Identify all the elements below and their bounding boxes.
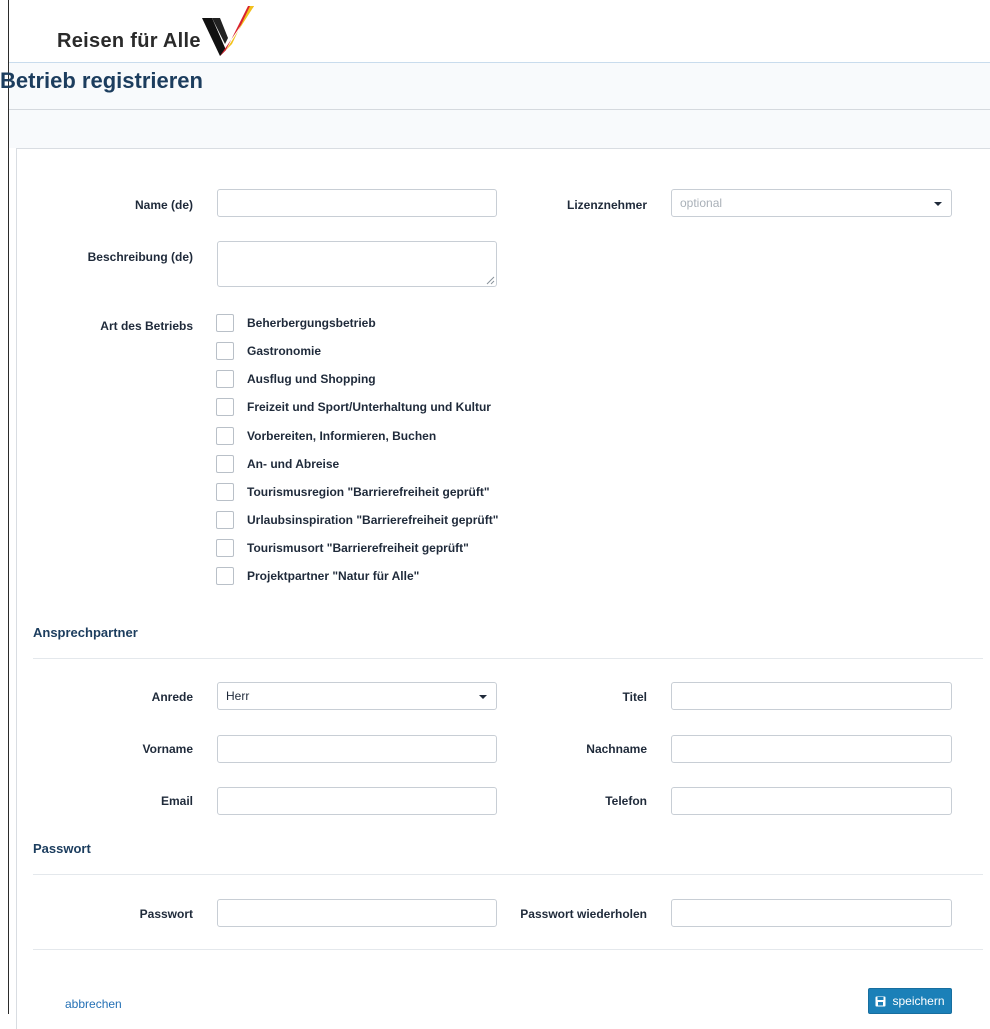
window-edge	[8, 0, 9, 1014]
checkbox-label: An- und Abreise	[247, 457, 340, 471]
contact-section-title: Ansprechpartner	[33, 625, 138, 640]
chevron-down-icon	[479, 695, 487, 699]
licensee-select[interactable]: optional	[671, 189, 952, 217]
checkbox-label: Tourismusregion "Barrierefreiheit geprüf…	[247, 485, 490, 499]
description-label: Beschreibung (de)	[87, 250, 193, 264]
salutation-select[interactable]: Herr	[217, 682, 497, 710]
resize-grip-icon[interactable]	[485, 275, 495, 285]
password-input[interactable]	[217, 899, 497, 927]
checkbox[interactable]	[216, 455, 234, 473]
checkbox-label: Gastronomie	[247, 344, 322, 358]
checkbox[interactable]	[216, 342, 234, 360]
cancel-link[interactable]: abbrechen	[65, 997, 122, 1011]
title-field-label: Titel	[622, 690, 647, 704]
chevron-down-icon	[934, 202, 942, 206]
title-input[interactable]	[671, 682, 952, 710]
business-type-label: Art des Betriebs	[100, 319, 193, 333]
firstname-label: Vorname	[142, 742, 193, 756]
password-divider	[33, 874, 983, 875]
salutation-value: Herr	[226, 689, 250, 703]
password-label: Passwort	[139, 907, 193, 921]
lastname-input[interactable]	[671, 735, 952, 763]
form-card	[16, 148, 990, 1029]
actions-divider	[33, 949, 983, 950]
phone-label: Telefon	[605, 794, 647, 808]
salutation-label: Anrede	[151, 690, 193, 704]
password-section-title: Passwort	[33, 841, 91, 856]
checkbox[interactable]	[216, 483, 234, 501]
brand-name: Reisen für Alle	[57, 30, 201, 52]
email-input[interactable]	[217, 787, 497, 815]
checkbox-label: Beherbergungsbetrieb	[247, 316, 376, 330]
email-label: Email	[160, 794, 193, 808]
licensee-label: Lizenznehmer	[566, 198, 647, 212]
checkbox[interactable]	[216, 370, 234, 388]
checkbox[interactable]	[216, 567, 234, 585]
password-repeat-input[interactable]	[671, 899, 952, 927]
page-title: Betrieb registrieren	[0, 68, 203, 93]
save-button-label: speichern	[892, 994, 945, 1008]
checkbox[interactable]	[216, 511, 234, 529]
save-button[interactable]: speichern	[868, 988, 952, 1014]
phone-input[interactable]	[671, 787, 952, 815]
checkbox[interactable]	[216, 427, 234, 445]
brand-logo-icon	[202, 6, 254, 56]
checkbox-label: Vorbereiten, Informieren, Buchen	[247, 429, 437, 443]
checkbox-label: Projektpartner "Natur für Alle"	[247, 569, 420, 583]
name-input[interactable]	[217, 189, 497, 217]
name-label: Name (de)	[134, 198, 193, 212]
licensee-placeholder: optional	[680, 196, 723, 210]
checkbox-label: Ausflug und Shopping	[247, 372, 376, 386]
checkbox-label: Urlaubsinspiration "Barrierefreiheit gep…	[247, 513, 499, 527]
lastname-label: Nachname	[586, 742, 647, 756]
checkbox[interactable]	[216, 539, 234, 557]
description-textarea[interactable]	[217, 241, 497, 287]
contact-divider	[33, 658, 983, 659]
checkbox-label: Freizeit und Sport/Unterhaltung und Kult…	[247, 400, 491, 414]
checkbox-label: Tourismusort "Barrierefreiheit geprüft"	[247, 541, 469, 555]
floppy-disk-icon	[875, 996, 886, 1006]
checkbox[interactable]	[216, 314, 234, 332]
checkbox[interactable]	[216, 398, 234, 416]
subheader-band	[9, 110, 990, 148]
firstname-input[interactable]	[217, 735, 497, 763]
password-repeat-label: Passwort wiederholen	[520, 907, 647, 921]
